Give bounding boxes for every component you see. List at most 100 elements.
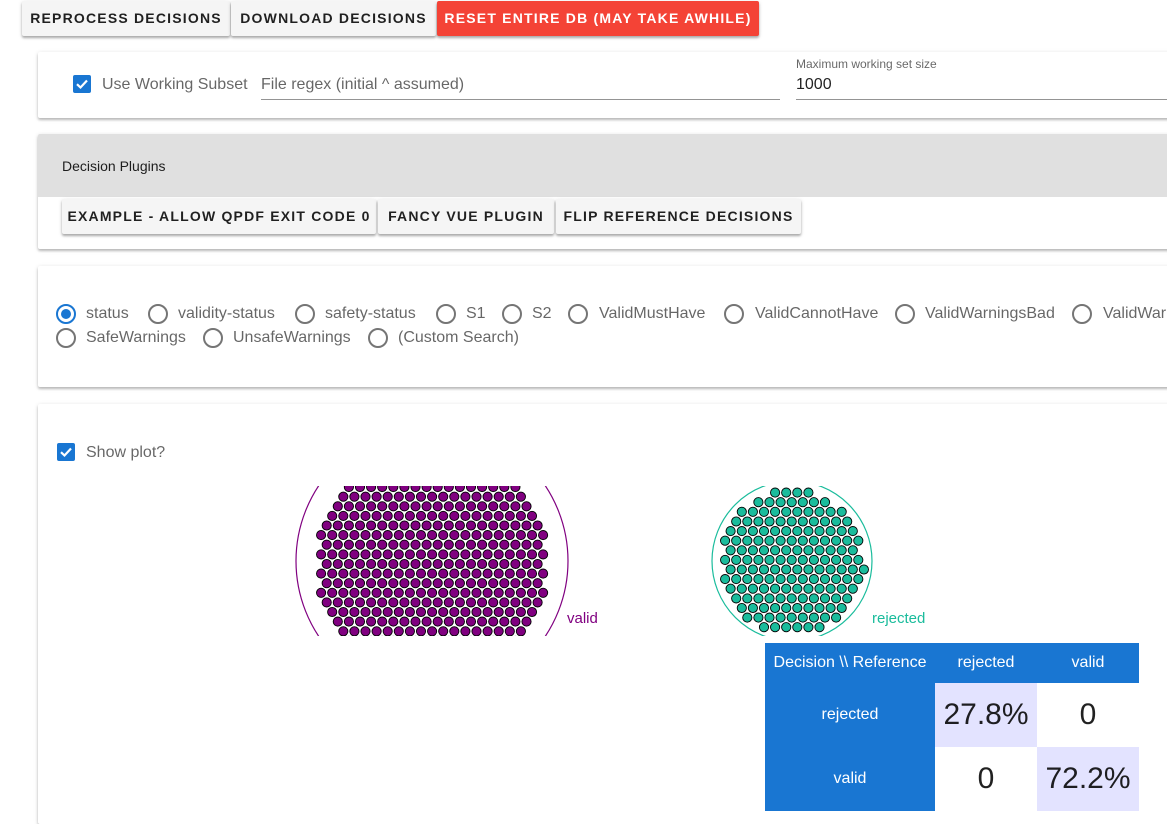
rejected-point	[747, 506, 758, 517]
valid-point	[450, 454, 459, 463]
valid-point	[332, 616, 343, 627]
valid-point	[443, 486, 454, 493]
valid-cluster-dots	[316, 454, 549, 674]
valid-point	[377, 558, 388, 570]
valid-point	[405, 473, 414, 482]
rejected-point	[797, 554, 808, 565]
valid-point	[460, 549, 471, 560]
rejected-point	[808, 497, 819, 508]
valid-point	[454, 520, 465, 531]
rejected-point	[797, 593, 808, 604]
rejected-point	[808, 612, 819, 623]
valid-point	[332, 597, 343, 608]
rejected-point	[753, 554, 764, 565]
matrix-cell-rejected-rejected[interactable]: 27.8%	[935, 683, 1037, 747]
valid-point	[449, 510, 460, 521]
valid-point	[360, 587, 371, 598]
valid-point	[483, 646, 492, 655]
valid-point	[327, 606, 338, 618]
rejected-point	[842, 593, 853, 604]
valid-point	[421, 520, 432, 531]
valid-point	[443, 539, 454, 550]
valid-point	[371, 587, 382, 598]
rejected-point	[775, 516, 786, 527]
rejected-point	[814, 545, 825, 556]
valid-point	[449, 626, 460, 636]
valid-point	[510, 578, 521, 589]
valid-point	[461, 473, 470, 482]
valid-point	[480, 635, 484, 636]
valid-point	[465, 486, 477, 493]
valid-point	[338, 626, 349, 636]
valid-point	[443, 501, 454, 512]
valid-point	[382, 491, 393, 502]
rejected-point	[803, 545, 814, 556]
rejected-point	[792, 583, 803, 594]
valid-point	[432, 486, 443, 493]
rejected-point	[770, 545, 781, 556]
valid-point	[438, 568, 449, 579]
valid-point	[428, 665, 437, 674]
valid-point	[504, 549, 515, 560]
valid-point	[404, 510, 415, 521]
rejected-point	[786, 516, 797, 527]
rejected-point	[858, 564, 869, 575]
valid-point	[494, 473, 503, 482]
valid-point	[404, 626, 415, 636]
valid-point	[471, 549, 482, 560]
valid-point	[321, 539, 332, 550]
valid-point	[372, 473, 381, 482]
rejected-point	[792, 506, 803, 517]
valid-point	[427, 606, 438, 618]
valid-point	[493, 568, 504, 579]
rejected-point	[836, 583, 847, 594]
valid-point	[421, 616, 432, 627]
valid-point	[432, 558, 443, 570]
valid-point	[504, 606, 515, 618]
rejected-point	[814, 526, 825, 537]
rejected-point	[819, 612, 831, 623]
matrix-cell-valid-rejected[interactable]: 0	[935, 747, 1037, 811]
valid-point	[439, 665, 448, 674]
valid-point	[444, 656, 453, 665]
rejected-point	[747, 545, 758, 556]
valid-point	[450, 473, 459, 482]
rejected-point	[781, 506, 792, 517]
rejected-point	[775, 497, 786, 508]
valid-point	[377, 501, 388, 512]
valid-point	[477, 486, 488, 493]
valid-point	[488, 597, 499, 608]
valid-point	[515, 549, 526, 560]
valid-point	[472, 646, 481, 655]
rejected-point	[847, 564, 858, 575]
valid-point	[526, 606, 538, 618]
valid-point	[469, 635, 473, 636]
valid-point	[521, 520, 532, 531]
valid-point	[436, 635, 439, 636]
rejected-point	[764, 554, 775, 565]
rejected-point	[720, 574, 731, 585]
valid-point	[321, 578, 332, 589]
rejected-point	[819, 497, 831, 508]
valid-point	[454, 501, 465, 512]
valid-point	[410, 520, 421, 531]
valid-point	[460, 510, 471, 521]
matrix-corner-header: Decision \\ Reference	[765, 643, 935, 683]
matrix-cell-rejected-valid[interactable]: 0	[1037, 683, 1139, 747]
valid-point	[471, 587, 482, 598]
rejected-point	[797, 612, 808, 623]
rejected-point	[747, 564, 758, 575]
rejected-point	[742, 612, 753, 623]
valid-point	[338, 530, 349, 541]
rejected-point	[803, 487, 814, 498]
matrix-row-header-rejected: rejected	[765, 683, 935, 747]
valid-point	[416, 665, 425, 674]
valid-point	[405, 665, 414, 674]
rejected-point	[742, 574, 753, 585]
valid-point	[405, 646, 414, 655]
matrix-cell-valid-valid[interactable]: 72.2%	[1037, 747, 1139, 811]
valid-point	[394, 454, 403, 463]
valid-point	[504, 626, 515, 636]
valid-point	[489, 463, 498, 472]
valid-point	[503, 635, 506, 636]
